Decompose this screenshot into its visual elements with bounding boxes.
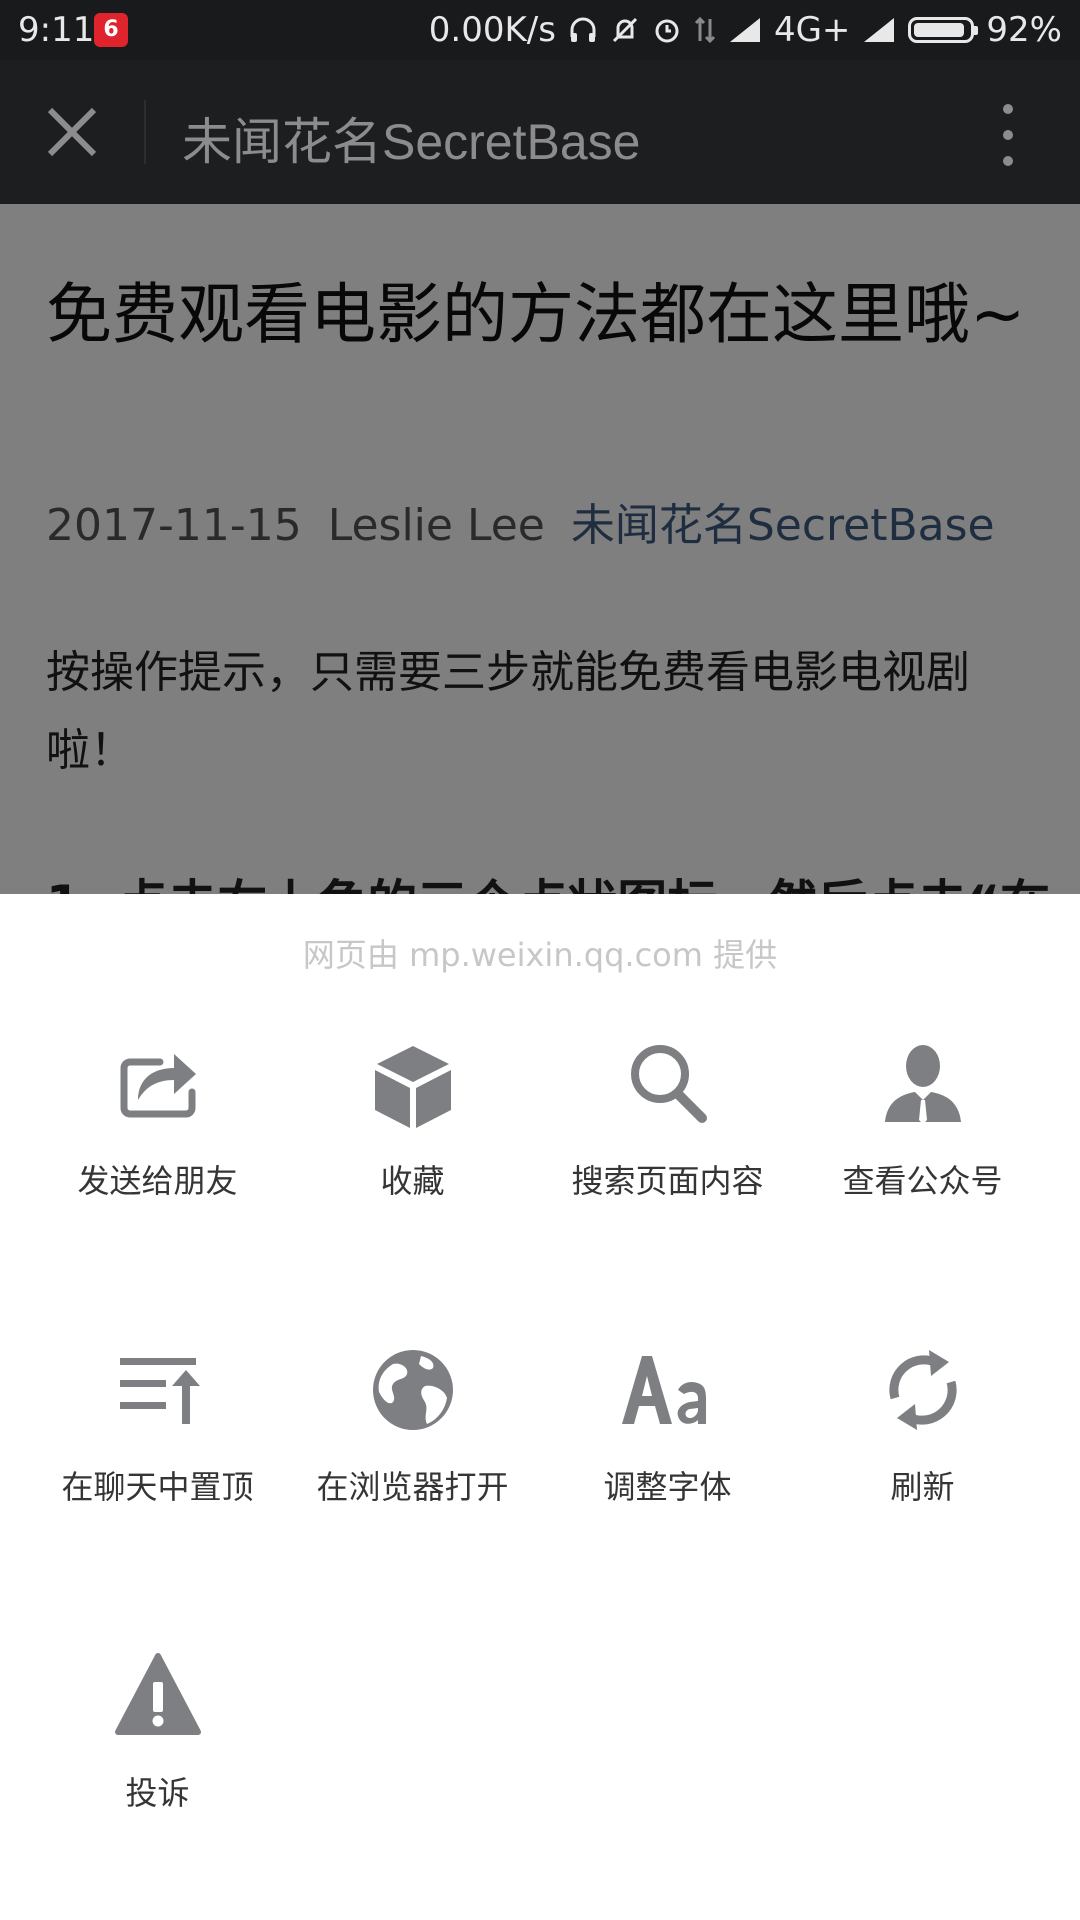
action-open-browser[interactable]: 在浏览器打开: [285, 1340, 540, 1540]
font-size-icon: [621, 1356, 706, 1424]
close-icon[interactable]: [44, 104, 100, 160]
alarm-icon: [655, 19, 679, 43]
action-label: 刷新: [890, 1468, 955, 1506]
headphones-icon: [570, 17, 596, 42]
action-search-page[interactable]: 搜索页面内容: [540, 1034, 795, 1234]
dim-overlay[interactable]: [0, 204, 1080, 894]
action-label: 查看公众号: [842, 1162, 1003, 1200]
more-menu-icon[interactable]: [994, 100, 1022, 170]
action-send-to-friend[interactable]: 发送给朋友: [30, 1034, 285, 1234]
data-arrows-icon: [694, 16, 716, 44]
title-divider: [144, 100, 146, 164]
action-report[interactable]: 投诉: [30, 1646, 285, 1846]
netease-music-icon: 6: [94, 13, 128, 47]
network-type: 4G+: [773, 10, 851, 50]
action-refresh[interactable]: 刷新: [795, 1340, 1050, 1540]
provider-note: 网页由 mp.weixin.qq.com 提供: [302, 936, 778, 974]
page-title: 未闻花名SecretBase: [182, 114, 641, 170]
action-label: 收藏: [380, 1162, 445, 1200]
action-label: 在聊天中置顶: [61, 1468, 254, 1506]
status-bar: 9:11 6 0.00K/s 4G+ 92%: [0, 0, 1080, 60]
search-icon: [630, 1045, 707, 1123]
share-icon: [120, 1054, 196, 1118]
action-label: 搜索页面内容: [571, 1162, 764, 1200]
signal-icon: [729, 18, 760, 42]
signal-icon-2: [864, 18, 895, 42]
pin-top-icon: [119, 1358, 200, 1424]
status-time: 9:11: [18, 10, 95, 50]
battery-icon: [908, 17, 979, 43]
battery-level: 92%: [986, 10, 1062, 50]
favorite-box-icon: [374, 1046, 451, 1128]
title-bar: 未闻花名SecretBase: [0, 60, 1080, 204]
warning-icon: [114, 1653, 201, 1735]
action-label: 投诉: [125, 1774, 190, 1812]
profile-icon: [884, 1045, 961, 1124]
action-font-size[interactable]: 调整字体: [540, 1340, 795, 1540]
action-pin-top[interactable]: 在聊天中置顶: [30, 1340, 285, 1540]
action-label: 在浏览器打开: [316, 1468, 509, 1506]
action-view-account[interactable]: 查看公众号: [795, 1034, 1050, 1234]
globe-icon: [372, 1350, 453, 1430]
status-right: 0.00K/s 4G+ 92%: [429, 10, 1062, 50]
action-sheet: 网页由 mp.weixin.qq.com 提供 发送给朋友 收藏 搜索页面内容 …: [0, 894, 1080, 1920]
mute-bell-icon: [612, 17, 638, 43]
action-favorite[interactable]: 收藏: [285, 1034, 540, 1234]
refresh-icon: [888, 1350, 957, 1430]
action-label: 发送给朋友: [77, 1162, 238, 1200]
net-speed: 0.00K/s: [428, 10, 556, 50]
action-label: 调整字体: [603, 1468, 732, 1506]
